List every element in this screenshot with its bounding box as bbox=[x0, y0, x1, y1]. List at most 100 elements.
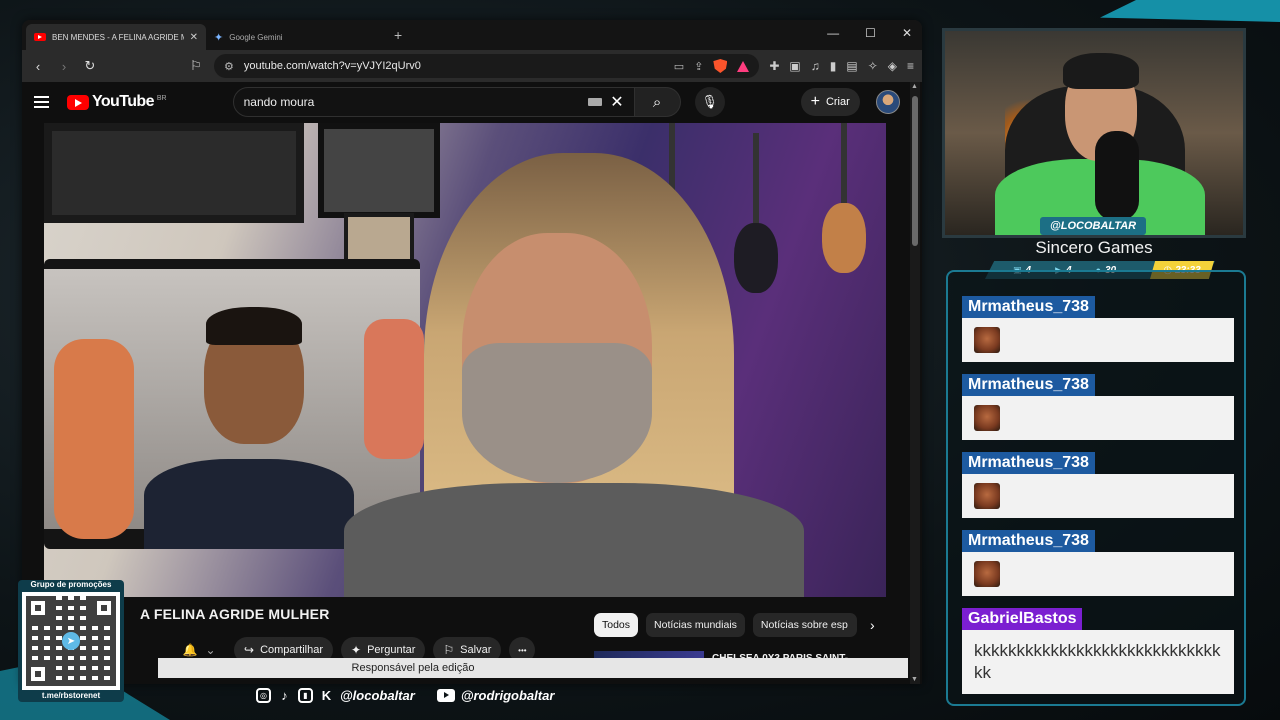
monitor-screen bbox=[44, 269, 424, 549]
close-window-button[interactable]: ✕ bbox=[902, 26, 912, 40]
keyboard-icon[interactable] bbox=[588, 98, 603, 106]
microphone-icon: 🎙 bbox=[701, 94, 718, 109]
chat-username: Mrmatheus_738 bbox=[962, 374, 1095, 396]
bookmark-icon: ⚐ bbox=[443, 643, 455, 657]
social-handle-youtube: @rodrigobaltar bbox=[460, 688, 555, 703]
wallet-icon[interactable]: ▤ bbox=[846, 59, 857, 73]
cast-icon[interactable]: ▭ bbox=[674, 60, 684, 73]
chat-username: Mrmatheus_738 bbox=[962, 296, 1095, 318]
back-button[interactable]: ‹ bbox=[30, 59, 46, 74]
chat-message: Mrmatheus_738 bbox=[962, 296, 1234, 362]
qr-finder bbox=[26, 662, 50, 686]
emote-icon bbox=[974, 327, 1000, 353]
youtube-header: YouTube BR nando moura ✕ ⌕ 🎙 + Criar bbox=[22, 82, 922, 122]
tab-title: BEN MENDES - A FELINA AGRIDE MULH bbox=[52, 32, 184, 42]
close-tab-icon[interactable]: ✕ bbox=[190, 32, 198, 43]
minimize-button[interactable]: — bbox=[827, 26, 839, 40]
site-info-icon[interactable]: ⚙ bbox=[224, 60, 234, 73]
sidebar-icon[interactable]: ▮ bbox=[830, 59, 837, 73]
youtube-logo-icon bbox=[67, 94, 89, 110]
share-icon[interactable]: ⇪ bbox=[694, 60, 703, 73]
chat-body bbox=[962, 552, 1234, 596]
streamer-handle: @LOCOBALTAR bbox=[1040, 217, 1147, 235]
chat-body bbox=[962, 474, 1234, 518]
search-query[interactable]: nando moura bbox=[244, 95, 581, 109]
scroll-down-icon[interactable]: ▼ bbox=[911, 676, 918, 683]
social-handle-primary: @locobaltar bbox=[340, 688, 415, 703]
maximize-button[interactable]: ☐ bbox=[865, 26, 876, 40]
bookmark-icon[interactable]: ⚐ bbox=[188, 58, 204, 74]
search-icon: ⌕ bbox=[652, 93, 662, 111]
youtube-favicon-icon bbox=[34, 33, 46, 41]
tab-title: Google Gemini bbox=[229, 32, 283, 42]
chat-message: Mrmatheus_738 bbox=[962, 530, 1234, 596]
qr-pattern: ➤ bbox=[26, 596, 116, 686]
brave-rewards-icon[interactable] bbox=[737, 60, 750, 72]
page-scrollbar[interactable]: ▲ ▼ bbox=[910, 82, 920, 684]
hand bbox=[54, 339, 134, 539]
emote-icon bbox=[974, 405, 1000, 431]
telegram-icon: ➤ bbox=[62, 632, 80, 650]
share-icon: ↪ bbox=[244, 643, 255, 657]
vpn-icon[interactable]: ◈ bbox=[888, 59, 897, 73]
extensions-icon[interactable]: ✚ bbox=[769, 59, 779, 73]
chat-message: GabrielBastos kkkkkkkkkkkkkkkkkkkkkkkkkk… bbox=[962, 608, 1234, 694]
chip-world-news[interactable]: Notícias mundiais bbox=[646, 613, 745, 637]
video-player[interactable] bbox=[44, 123, 886, 597]
chat-body: kkkkkkkkkkkkkkkkkkkkkkkkkkkkkkk bbox=[962, 630, 1234, 694]
tab-gemini[interactable]: ✦ Google Gemini bbox=[206, 24, 386, 50]
tab-strip: BEN MENDES - A FELINA AGRIDE MULH ✕ ✦ Go… bbox=[22, 20, 922, 50]
chip-news-about[interactable]: Notícias sobre esp bbox=[752, 613, 857, 637]
clear-search-icon[interactable]: ✕ bbox=[610, 92, 623, 112]
address-bar[interactable]: ⚙ youtube.com/watch?v=yVJYI2qUrv0 ▭ ⇪ bbox=[214, 54, 760, 78]
qr-finder bbox=[92, 596, 116, 620]
hand bbox=[364, 319, 424, 459]
guitar-neck bbox=[841, 123, 847, 213]
streamer bbox=[1063, 53, 1139, 89]
qr-code: ➤ bbox=[22, 592, 120, 690]
search-input[interactable]: nando moura ✕ bbox=[232, 87, 635, 117]
save-label: Salvar bbox=[460, 644, 492, 656]
chat-panel: Mrmatheus_738 Mrmatheus_738 Mrmatheus_73… bbox=[946, 270, 1246, 706]
scroll-up-icon[interactable]: ▲ bbox=[911, 83, 918, 90]
webcam-feed bbox=[942, 28, 1246, 238]
reload-icon[interactable]: ↻ bbox=[82, 58, 98, 74]
person-in-monitor bbox=[144, 459, 354, 549]
chat-username: Mrmatheus_738 bbox=[962, 530, 1095, 552]
url-text[interactable]: youtube.com/watch?v=yVJYI2qUrv0 bbox=[244, 60, 664, 72]
chevron-right-icon[interactable]: › bbox=[870, 617, 875, 633]
account-avatar[interactable] bbox=[875, 90, 900, 114]
forward-button[interactable]: › bbox=[56, 59, 72, 74]
youtube-logo-text: YouTube bbox=[92, 93, 154, 110]
presenter bbox=[462, 343, 652, 483]
brave-shield-icon[interactable] bbox=[713, 59, 728, 73]
menu-icon[interactable]: ≡ bbox=[907, 59, 914, 73]
kick-icon: K bbox=[321, 688, 332, 703]
tooltip-text: Responsável pela edição bbox=[351, 662, 475, 674]
chip-all[interactable]: Todos bbox=[594, 613, 639, 637]
guide-menu-icon[interactable] bbox=[34, 96, 49, 108]
new-tab-button[interactable]: + bbox=[394, 27, 402, 43]
guitar bbox=[734, 223, 778, 293]
tab-youtube[interactable]: BEN MENDES - A FELINA AGRIDE MULH ✕ bbox=[26, 24, 206, 50]
music-icon[interactable]: ♫ bbox=[811, 59, 820, 73]
channel-name: Sincero Games bbox=[1035, 238, 1153, 257]
related-chips: Todos Notícias mundiais Notícias sobre e… bbox=[594, 613, 857, 637]
wall-frame bbox=[318, 123, 440, 218]
search-button[interactable]: ⌕ bbox=[634, 87, 681, 117]
scrollbar-thumb[interactable] bbox=[912, 96, 918, 246]
leo-ai-icon[interactable]: ✧ bbox=[868, 59, 878, 73]
voice-search-button[interactable]: 🎙 bbox=[694, 87, 725, 117]
ask-label: Perguntar bbox=[367, 644, 416, 656]
screenshot-icon[interactable]: ▣ bbox=[789, 59, 800, 73]
browser-window: BEN MENDES - A FELINA AGRIDE MULH ✕ ✦ Go… bbox=[22, 20, 922, 684]
presenter bbox=[344, 483, 804, 597]
create-button[interactable]: + Criar bbox=[800, 88, 860, 116]
qr-finder bbox=[26, 596, 50, 620]
decorative-splash bbox=[1100, 0, 1280, 22]
window-controls: — ☐ ✕ bbox=[827, 26, 912, 40]
search-bar: nando moura ✕ ⌕ 🎙 bbox=[232, 87, 725, 117]
region-code: BR bbox=[156, 95, 167, 102]
youtube-logo[interactable]: YouTube BR bbox=[67, 93, 167, 111]
gemini-favicon-icon: ✦ bbox=[214, 31, 224, 44]
